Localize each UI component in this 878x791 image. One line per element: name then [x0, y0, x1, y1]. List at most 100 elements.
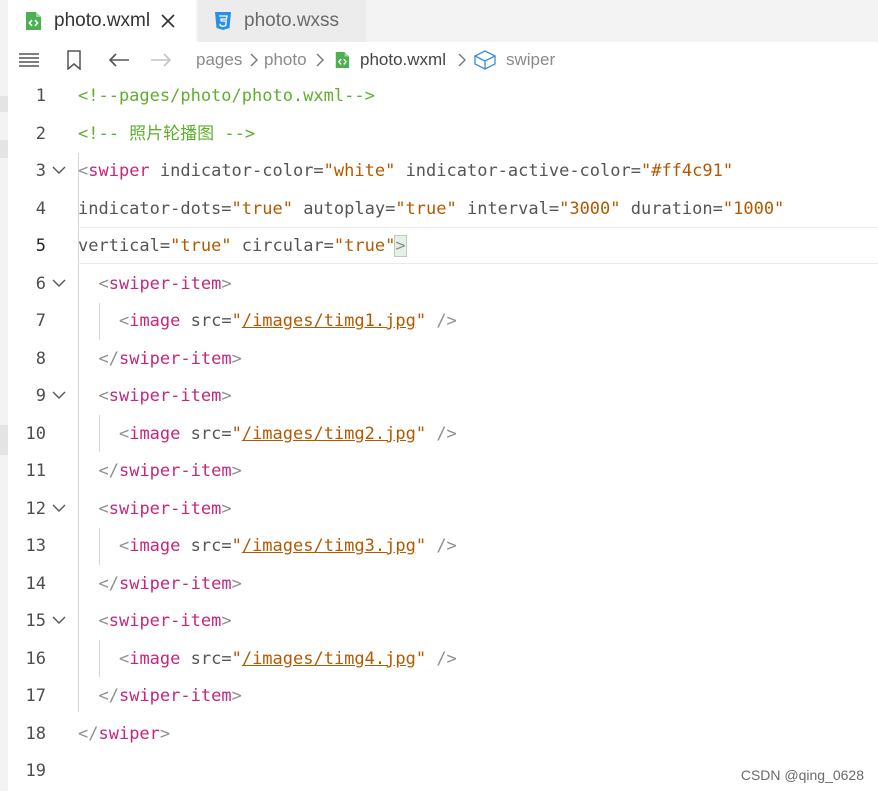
code-text: <image src="/images/timg2.jpg" />: [78, 416, 457, 454]
code-token: swiper-item: [118, 573, 232, 594]
code-token: >: [221, 386, 232, 406]
code-token: >: [394, 235, 407, 257]
line-number: 14: [25, 573, 46, 594]
bookmark-button[interactable]: [66, 42, 82, 78]
code-line[interactable]: 13 <image src="/images/timg3.jpg" />: [8, 528, 878, 566]
back-button[interactable]: [108, 42, 130, 78]
breadcrumb-item-swiper[interactable]: swiper: [474, 42, 555, 78]
code-token: >: [231, 573, 242, 594]
code-token: indicator-color=: [149, 161, 324, 181]
code-token: duration=: [620, 198, 723, 219]
watermark: CSDN @qing_0628: [740, 767, 864, 783]
line-number: 10: [25, 423, 46, 444]
arrow-right-icon: [151, 53, 172, 67]
code-token: indicator-dots=: [78, 198, 232, 219]
code-line[interactable]: 15 <swiper-item>: [8, 603, 878, 641]
code-token: <: [98, 386, 109, 406]
code-line[interactable]: 2 <!-- 照片轮播图 -->: [8, 116, 878, 154]
code-line[interactable]: 8 </swiper-item>: [8, 341, 878, 379]
code-line[interactable]: 5 vertical="true" circular="true">: [8, 228, 878, 266]
code-line[interactable]: 11 </swiper-item>: [8, 453, 878, 491]
breadcrumb-item-photo[interactable]: photo: [264, 42, 307, 78]
code-line[interactable]: 16 <image src="/images/timg4.jpg" />: [8, 641, 878, 679]
forward-button[interactable]: [150, 42, 172, 78]
code-token: <: [118, 311, 130, 331]
code-editor[interactable]: 1 <!--pages/photo/photo.wxml--> 2 <!-- 照片轮播…: [8, 78, 878, 791]
code-line[interactable]: 3 <swiper indicator-color="white" indicat…: [8, 153, 878, 191]
line-number: 11: [25, 461, 46, 481]
code-line[interactable]: 7 <image src="/images/timg1.jpg" />: [8, 303, 878, 341]
tab-photo-wxss[interactable]: photo.wxss: [198, 0, 366, 42]
chevron-right-icon: [316, 53, 324, 67]
code-text: <image src="/images/timg1.jpg" />: [78, 303, 457, 341]
code-line[interactable]: 6 <swiper-item>: [8, 266, 878, 304]
code-line[interactable]: 18 </swiper>: [8, 716, 878, 754]
code-token: >: [221, 498, 232, 519]
code-token: "#ff4c91": [640, 161, 734, 181]
panel-edge-mark: [0, 96, 8, 112]
outline-button[interactable]: [18, 42, 40, 78]
fold-chevron-down-icon[interactable]: [52, 501, 66, 515]
fold-chevron-down-icon[interactable]: [52, 388, 66, 402]
code-line[interactable]: 12 <swiper-item>: [8, 491, 878, 529]
fold-chevron-down-icon[interactable]: [52, 163, 66, 177]
code-text: <swiper-item>: [78, 491, 232, 529]
fold-chevron-down-icon[interactable]: [52, 276, 66, 290]
code-token: <: [118, 423, 130, 444]
line-number: 19: [25, 761, 46, 781]
code-token: swiper: [98, 723, 160, 744]
code-token: /images/timg4.jpg: [241, 648, 416, 669]
code-text: </swiper>: [78, 716, 170, 754]
code-token: src=: [180, 311, 232, 331]
line-number: 13: [25, 536, 46, 556]
code-line[interactable]: 1 <!--pages/photo/photo.wxml-->: [8, 78, 878, 116]
code-token: "3000": [559, 198, 621, 219]
code-token: /images/timg3.jpg: [241, 536, 416, 556]
line-number: 16: [25, 648, 46, 669]
code-line[interactable]: 9 <swiper-item>: [8, 378, 878, 416]
code-text: vertical="true" circular="true">: [78, 228, 407, 266]
breadcrumb-item-pages[interactable]: pages: [196, 42, 242, 78]
line-number: 17: [25, 686, 46, 706]
breadcrumb-item-photo-wxml[interactable]: photo.wxml: [334, 42, 446, 78]
code-line[interactable]: 4 indicator-dots="true" autoplay="true" i…: [8, 191, 878, 229]
code-token: <: [78, 161, 89, 181]
code-token: <: [98, 611, 109, 631]
code-text: <swiper-item>: [78, 266, 232, 304]
line-number: 5: [35, 236, 46, 256]
code-token: "1000": [722, 198, 785, 219]
code-text: </swiper-item>: [78, 566, 242, 604]
code-token: ": [231, 311, 242, 331]
code-text: </swiper-item>: [78, 453, 242, 491]
close-icon[interactable]: [160, 13, 176, 29]
breadcrumb-separator: [457, 42, 467, 78]
code-line[interactable]: 17 </swiper-item>: [8, 678, 878, 716]
code-token: swiper-item: [118, 348, 232, 369]
code-token: <: [118, 536, 130, 556]
code-line[interactable]: 10 <image src="/images/timg2.jpg" />: [8, 416, 878, 454]
code-token: >: [231, 461, 242, 481]
code-token: ": [415, 423, 427, 444]
code-token: swiper-item: [108, 386, 222, 406]
code-token: swiper-item: [108, 611, 222, 631]
code-token: swiper-item: [118, 461, 232, 481]
code-token: <!-- 照片轮播图 -->: [78, 123, 256, 144]
code-token: >: [231, 348, 242, 369]
chevron-right-icon: [458, 53, 466, 67]
code-token: autoplay=: [292, 198, 396, 219]
code-line[interactable]: 14 </swiper-item>: [8, 566, 878, 604]
code-token: </: [78, 723, 99, 744]
code-token: />: [426, 311, 457, 331]
code-token: >: [221, 273, 232, 294]
fold-chevron-down-icon[interactable]: [52, 613, 66, 627]
breadcrumb-label: photo.wxml: [360, 50, 446, 69]
tab-photo-wxml[interactable]: photo.wxml: [8, 0, 196, 42]
code-text: indicator-dots="true" autoplay="true" in…: [78, 191, 784, 229]
breadcrumb-separator: [315, 42, 325, 78]
code-token: <: [118, 648, 130, 669]
breadcrumb: pages photo photo.wxml swiper: [8, 42, 878, 78]
